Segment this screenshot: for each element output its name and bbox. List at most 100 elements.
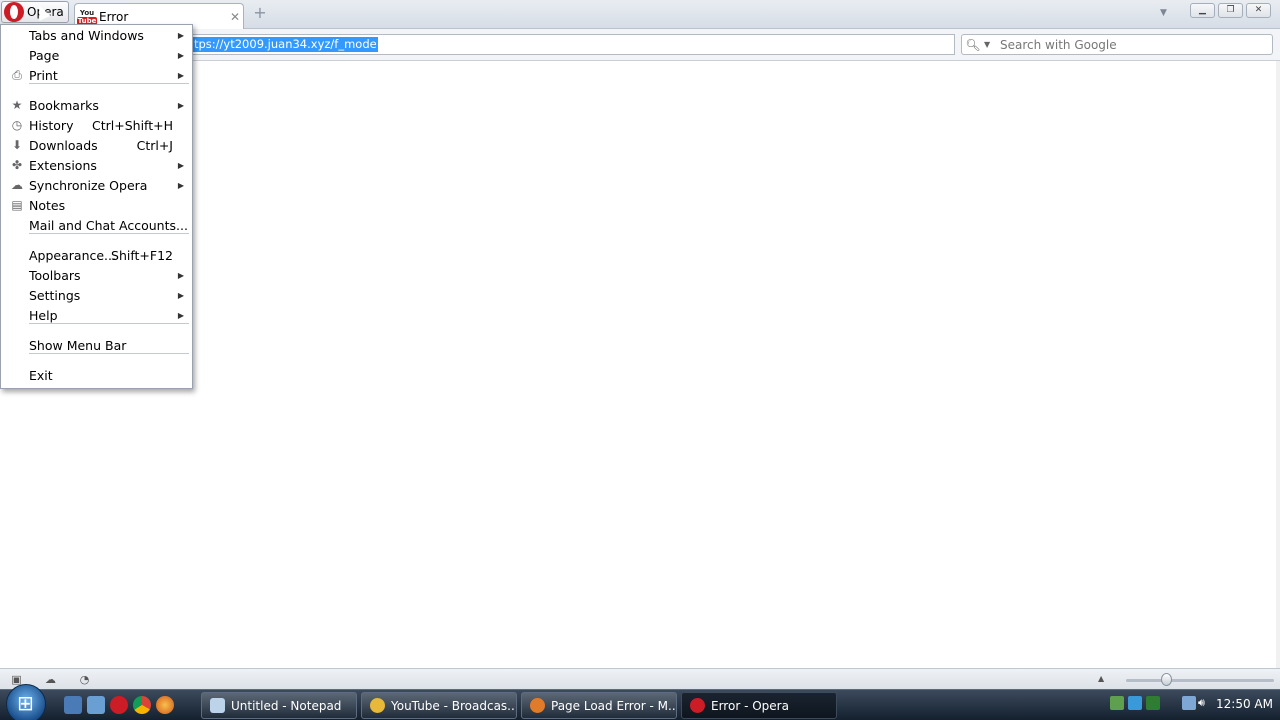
new-tab-icon[interactable]: + xyxy=(252,5,268,21)
menu-item-exit[interactable]: Exit xyxy=(1,365,192,385)
search-icon: 🔍︎ xyxy=(965,37,981,52)
menu-item-label: Page xyxy=(29,47,60,63)
menu-item-appearance[interactable]: Appearance... Shift+F12 xyxy=(1,245,192,265)
menu-item-print[interactable]: ⎙ Print ▶ xyxy=(1,65,192,85)
zoom-slider-thumb[interactable] xyxy=(1161,673,1172,686)
tray-network-icon[interactable] xyxy=(1110,696,1124,710)
menu-item-shortcut: Shift+F12 xyxy=(111,247,173,263)
search-input[interactable] xyxy=(996,37,1272,52)
menu-item-label: Toolbars xyxy=(29,267,81,283)
tray-display-icon[interactable] xyxy=(1182,696,1196,710)
opera-main-menu: Tabs and Windows ▶ Page ▶ ⎙ Print ▶ ★ Bookmarks ▶… xyxy=(0,24,193,389)
status-bar: ▣ ☁ ◔ ▲ xyxy=(0,668,1280,689)
notes-icon: ▤ xyxy=(11,198,23,212)
tray-security-icon[interactable] xyxy=(1146,696,1160,710)
menu-separator xyxy=(29,323,189,324)
zoom-slider[interactable] xyxy=(1126,679,1274,682)
menu-item-label: Mail and Chat Accounts... xyxy=(29,217,188,233)
menu-item-label: Help xyxy=(29,307,58,323)
menu-separator xyxy=(29,233,189,234)
chrome-quicklaunch-icon[interactable] xyxy=(133,696,151,714)
menu-item-label: History xyxy=(29,117,74,133)
menu-item-downloads[interactable]: ⬇ Downloads Ctrl+J xyxy=(1,135,192,155)
menu-item-label: Tabs and Windows xyxy=(29,27,144,43)
menu-item-label: Notes xyxy=(29,197,66,213)
submenu-arrow-icon: ▶ xyxy=(177,100,184,110)
taskbar-button[interactable]: Untitled - Notepad xyxy=(201,692,357,719)
menu-item-label: Print xyxy=(29,67,58,83)
menu-item-help[interactable]: Help ▶ xyxy=(1,305,192,325)
taskbar-button[interactable]: Page Load Error - M... xyxy=(521,692,677,719)
taskbar-button[interactable]: YouTube - Broadcas... xyxy=(361,692,517,719)
taskbar-app-icon xyxy=(370,698,385,713)
menu-item-bookmarks[interactable]: ★ Bookmarks ▶ xyxy=(1,95,192,115)
menu-item-label: Extensions xyxy=(29,157,97,173)
taskbar-app-icon xyxy=(210,698,225,713)
minimize-icon[interactable]: ▁ xyxy=(1190,3,1215,18)
menu-item-label: Appearance... xyxy=(29,247,116,263)
switch-windows-icon[interactable] xyxy=(87,696,105,714)
menu-item-tabs-and-windows[interactable]: Tabs and Windows ▶ xyxy=(1,25,192,45)
tab-list-chevron-icon[interactable]: ▼ xyxy=(1160,8,1167,18)
status-up-arrow-icon[interactable]: ▲ xyxy=(1098,674,1104,683)
menu-item-history[interactable]: ◷ History Ctrl+Shift+H xyxy=(1,115,192,135)
menu-item-shortcut: Ctrl+J xyxy=(136,137,173,153)
menu-item-label: Show Menu Bar xyxy=(29,337,127,353)
tray-app-icon[interactable] xyxy=(1128,696,1142,710)
menu-item-label: Downloads xyxy=(29,137,98,153)
youtube-favicon-icon: You Tube xyxy=(76,8,98,25)
menu-item-toolbars[interactable]: Toolbars ▶ xyxy=(1,265,192,285)
submenu-arrow-icon: ▶ xyxy=(177,50,184,60)
puzzle-icon: ✤ xyxy=(11,158,23,172)
close-window-icon[interactable]: ✕ xyxy=(1246,3,1271,18)
firefox-quicklaunch-icon[interactable] xyxy=(156,696,174,714)
menu-item-synchronize-opera[interactable]: ☁ Synchronize Opera ▶ xyxy=(1,175,192,195)
tab-close-icon[interactable]: ✕ xyxy=(227,10,243,24)
star-icon: ★ xyxy=(11,98,23,112)
vertical-scrollbar[interactable] xyxy=(1276,61,1280,668)
opera-logo-icon xyxy=(4,2,24,22)
taskbar-button[interactable]: Error - Opera xyxy=(681,692,837,719)
submenu-arrow-icon: ▶ xyxy=(177,270,184,280)
submenu-arrow-icon: ▶ xyxy=(177,30,184,40)
taskbar-app-icon xyxy=(530,698,545,713)
menu-item-notes[interactable]: ▤ Notes xyxy=(1,195,192,215)
taskbar-button-label: Error - Opera xyxy=(711,698,789,713)
restore-icon[interactable]: ❐ xyxy=(1218,3,1243,18)
tray-volume-icon[interactable]: 🔊︎ xyxy=(1198,696,1212,710)
favicon-text-top: You xyxy=(79,8,95,17)
menu-separator xyxy=(29,83,189,84)
submenu-arrow-icon: ▶ xyxy=(177,290,184,300)
menu-item-label: Exit xyxy=(29,367,53,383)
submenu-arrow-icon: ▶ xyxy=(177,160,184,170)
taskbar-clock[interactable]: 12:50 AM xyxy=(1216,697,1273,711)
cloud-icon: ☁ xyxy=(11,178,23,192)
turbo-speedometer-icon[interactable]: ◔ xyxy=(78,673,91,686)
menu-item-settings[interactable]: Settings ▶ xyxy=(1,285,192,305)
taskbar-button-label: Page Load Error - M... xyxy=(551,698,676,713)
menu-item-mail-and-chat-accounts[interactable]: Mail and Chat Accounts... xyxy=(1,215,192,235)
menu-item-extensions[interactable]: ✤ Extensions ▶ xyxy=(1,155,192,175)
address-url-selected[interactable]: tps://yt2009.juan34.xyz/f_mode xyxy=(193,37,378,52)
start-button[interactable] xyxy=(6,684,46,720)
menu-separator xyxy=(29,353,189,354)
taskbar-app-icon xyxy=(690,698,705,713)
show-desktop-icon[interactable] xyxy=(64,696,82,714)
submenu-arrow-icon: ▶ xyxy=(177,70,184,80)
opera-quicklaunch-icon[interactable] xyxy=(110,696,128,714)
menu-item-label: Settings xyxy=(29,287,81,303)
opera-link-cloud-icon[interactable]: ☁ xyxy=(44,673,57,686)
menu-item-shortcut: Ctrl+Shift+H xyxy=(92,117,173,133)
search-box[interactable]: 🔍︎ ▼ xyxy=(961,34,1273,55)
submenu-arrow-icon: ▶ xyxy=(177,310,184,320)
search-engine-dropdown-icon[interactable]: ▼ xyxy=(984,40,996,49)
printer-icon: ⎙ xyxy=(12,68,22,82)
taskbar-button-label: YouTube - Broadcas... xyxy=(391,698,516,713)
clock-icon: ◷ xyxy=(11,118,23,132)
menu-item-show-menu-bar[interactable]: Show Menu Bar xyxy=(1,335,192,355)
submenu-arrow-icon: ▶ xyxy=(177,180,184,190)
menu-item-page[interactable]: Page ▶ xyxy=(1,45,192,65)
taskbar-button-label: Untitled - Notepad xyxy=(231,698,342,713)
menu-item-label: Synchronize Opera xyxy=(29,177,148,193)
menu-item-label: Bookmarks xyxy=(29,97,99,113)
